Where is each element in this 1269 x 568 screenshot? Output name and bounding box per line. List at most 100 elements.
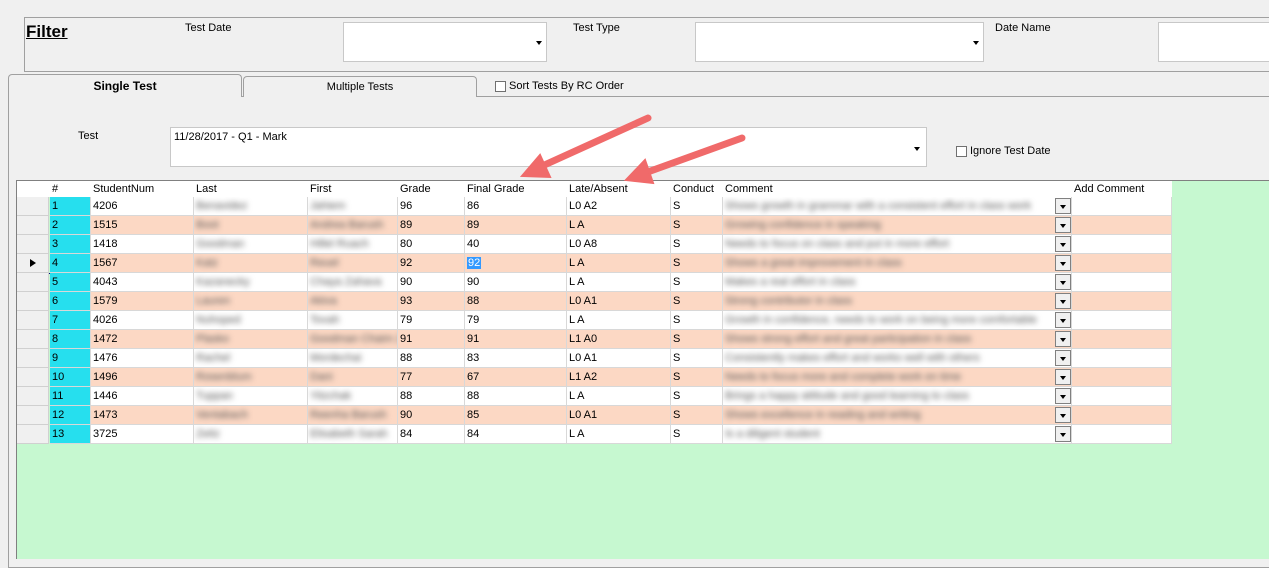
- row-selector[interactable]: [17, 292, 49, 311]
- sort-tests-checkbox[interactable]: [495, 80, 506, 92]
- cell-late-absent[interactable]: L A: [567, 216, 671, 235]
- col-header-first[interactable]: First: [308, 181, 331, 197]
- cell-final-grade[interactable]: 83: [465, 349, 567, 368]
- cell-comment[interactable]: Consistently makes effort and works well…: [723, 349, 1072, 368]
- cell-late-absent[interactable]: L A: [567, 311, 671, 330]
- cell-add-comment[interactable]: [1072, 254, 1172, 273]
- cell-comment[interactable]: Growing confidence in speaking: [723, 216, 1072, 235]
- cell-conduct[interactable]: S: [671, 406, 723, 425]
- cell-num[interactable]: 6: [50, 292, 91, 311]
- table-row[interactable]: 7 4026 Nuhoped Tovah 79 79 L A S Growth in confi…: [17, 311, 1172, 330]
- cell-comment[interactable]: Needs to focus on class and put in more …: [723, 235, 1072, 254]
- grades-grid[interactable]: # StudentNum Last First Grade Final Grad…: [16, 180, 1269, 559]
- row-selector[interactable]: [17, 330, 49, 349]
- row-selector[interactable]: [17, 406, 49, 425]
- cell-late-absent[interactable]: L0 A8: [567, 235, 671, 254]
- comment-dropdown-icon[interactable]: [1055, 312, 1071, 328]
- row-selector[interactable]: [17, 311, 49, 330]
- cell-last[interactable]: Boot: [194, 216, 308, 235]
- sort-tests-checkbox-wrap[interactable]: Sort Tests By RC Order: [495, 80, 624, 92]
- cell-last[interactable]: Lauren: [194, 292, 308, 311]
- cell-conduct[interactable]: S: [671, 273, 723, 292]
- cell-final-grade[interactable]: 89: [465, 216, 567, 235]
- comment-dropdown-icon[interactable]: [1055, 274, 1071, 290]
- cell-comment[interactable]: Brings a happy attitude and good learnin…: [723, 387, 1072, 406]
- cell-num[interactable]: 10: [50, 368, 91, 387]
- cell-studentnum[interactable]: 1476: [91, 349, 194, 368]
- cell-grade[interactable]: 77: [398, 368, 465, 387]
- cell-conduct[interactable]: S: [671, 216, 723, 235]
- cell-add-comment[interactable]: [1072, 216, 1172, 235]
- cell-conduct[interactable]: S: [671, 311, 723, 330]
- cell-late-absent[interactable]: L0 A1: [567, 292, 671, 311]
- cell-comment[interactable]: Shows growth in grammar with a consisten…: [723, 197, 1072, 216]
- cell-studentnum[interactable]: 1579: [91, 292, 194, 311]
- cell-first[interactable]: Goodman Chaim Z: [308, 330, 398, 349]
- cell-num[interactable]: 2: [50, 216, 91, 235]
- ignore-date-checkbox[interactable]: [956, 145, 967, 157]
- cell-studentnum[interactable]: 4026: [91, 311, 194, 330]
- cell-first[interactable]: Reenha Barush: [308, 406, 398, 425]
- col-header-conduct[interactable]: Conduct: [671, 181, 714, 197]
- cell-grade[interactable]: 92: [398, 254, 465, 273]
- cell-final-grade[interactable]: 84: [465, 425, 567, 444]
- comment-dropdown-icon[interactable]: [1055, 331, 1071, 347]
- test-date-combo[interactable]: [343, 22, 547, 62]
- test-type-combo[interactable]: [695, 22, 984, 62]
- col-header-grade[interactable]: Grade: [398, 181, 431, 197]
- cell-studentnum[interactable]: 1473: [91, 406, 194, 425]
- cell-studentnum[interactable]: 1567: [91, 254, 194, 273]
- cell-studentnum[interactable]: 4043: [91, 273, 194, 292]
- cell-conduct[interactable]: S: [671, 292, 723, 311]
- cell-late-absent[interactable]: L A: [567, 425, 671, 444]
- comment-dropdown-icon[interactable]: [1055, 293, 1071, 309]
- cell-first[interactable]: Dani: [308, 368, 398, 387]
- cell-num[interactable]: 12: [50, 406, 91, 425]
- row-selector[interactable]: [17, 254, 49, 273]
- cell-studentnum[interactable]: 1446: [91, 387, 194, 406]
- table-row[interactable]: 1 4206 Benavidez Jahiem 96 86 L0 A2 S Shows grow…: [17, 197, 1172, 216]
- cell-num[interactable]: 1: [50, 197, 91, 216]
- cell-add-comment[interactable]: [1072, 425, 1172, 444]
- cell-first[interactable]: Chaya Zahava: [308, 273, 398, 292]
- cell-first[interactable]: Reuel: [308, 254, 398, 273]
- comment-dropdown-icon[interactable]: [1055, 407, 1071, 423]
- cell-late-absent[interactable]: L1 A2: [567, 368, 671, 387]
- cell-first[interactable]: Andrea Barush: [308, 216, 398, 235]
- col-header-final-grade[interactable]: Final Grade: [465, 181, 524, 197]
- cell-comment[interactable]: Needs to focus more and complete work on…: [723, 368, 1072, 387]
- cell-last[interactable]: Goodman: [194, 235, 308, 254]
- tab-single-test[interactable]: Single Test: [8, 74, 242, 97]
- cell-grade[interactable]: 79: [398, 311, 465, 330]
- cell-add-comment[interactable]: [1072, 235, 1172, 254]
- cell-first[interactable]: Jahiem: [308, 197, 398, 216]
- cell-conduct[interactable]: S: [671, 197, 723, 216]
- cell-num[interactable]: 7: [50, 311, 91, 330]
- row-selector[interactable]: [17, 349, 49, 368]
- cell-last[interactable]: Zeitz: [194, 425, 308, 444]
- cell-num[interactable]: 9: [50, 349, 91, 368]
- cell-add-comment[interactable]: [1072, 349, 1172, 368]
- cell-late-absent[interactable]: L0 A1: [567, 349, 671, 368]
- cell-add-comment[interactable]: [1072, 387, 1172, 406]
- cell-last[interactable]: Benavidez: [194, 197, 308, 216]
- cell-studentnum[interactable]: 3725: [91, 425, 194, 444]
- table-row[interactable]: 3 1418 Goodman Hillel Ruach 80 40 L0 A8 S Needs …: [17, 235, 1172, 254]
- comment-dropdown-icon[interactable]: [1055, 388, 1071, 404]
- cell-last[interactable]: Rosenblum: [194, 368, 308, 387]
- cell-conduct[interactable]: S: [671, 368, 723, 387]
- cell-late-absent[interactable]: L0 A1: [567, 406, 671, 425]
- cell-add-comment[interactable]: [1072, 368, 1172, 387]
- table-row[interactable]: 12 1473 Ventabach Reenha Barush 90 85 L0 A1 S Sh…: [17, 406, 1172, 425]
- cell-final-grade[interactable]: 92: [465, 254, 567, 273]
- cell-num[interactable]: 3: [50, 235, 91, 254]
- cell-late-absent[interactable]: L0 A2: [567, 197, 671, 216]
- col-header-num[interactable]: #: [50, 181, 58, 197]
- table-row[interactable]: 8 1472 Plasko Goodman Chaim Z 91 91 L1 A0 S Show…: [17, 330, 1172, 349]
- cell-final-grade[interactable]: 88: [465, 292, 567, 311]
- row-selector[interactable]: [17, 425, 49, 444]
- table-row[interactable]: 5 4043 Kazanecky Chaya Zahava 90 90 L A S Makes …: [17, 273, 1172, 292]
- cell-studentnum[interactable]: 4206: [91, 197, 194, 216]
- cell-comment[interactable]: Makes a real effort in class: [723, 273, 1072, 292]
- cell-grade[interactable]: 90: [398, 273, 465, 292]
